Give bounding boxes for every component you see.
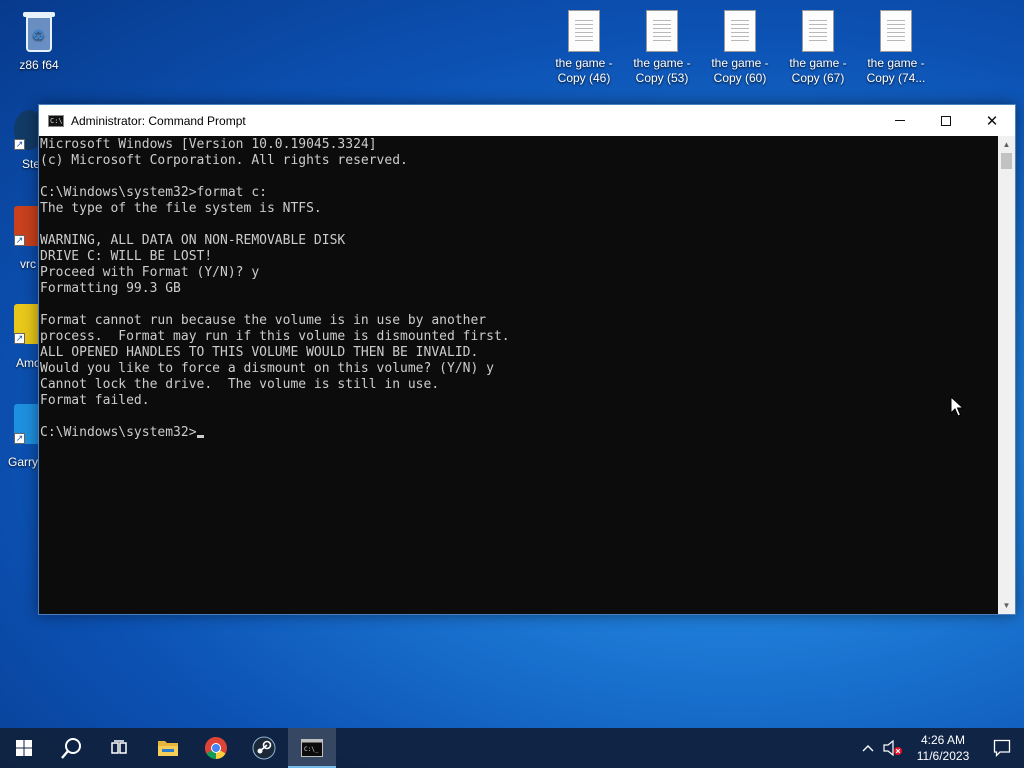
console-line: (c) Microsoft Corporation. All rights re… (40, 153, 408, 168)
document-icon (802, 10, 834, 52)
folder-icon (158, 741, 178, 756)
search-icon (61, 738, 81, 759)
file-label-line1: the game - (789, 56, 847, 70)
mouse-pointer-icon (950, 396, 964, 417)
cmd-icon: C:\ (48, 114, 64, 127)
chevron-up-icon (862, 745, 874, 752)
desktop-file-icon[interactable]: the game - Copy (60) (702, 10, 778, 86)
desktop-file-icon[interactable]: the game - Copy (74... (858, 10, 934, 86)
file-label-line2: Copy (53) (635, 71, 689, 85)
scroll-thumb[interactable] (1001, 153, 1012, 169)
text-cursor (196, 435, 204, 438)
console-line: process. Format may run if this volume i… (40, 329, 510, 344)
volume-button[interactable] (880, 728, 906, 768)
document-icon (646, 10, 678, 52)
file-label-line1: the game - (867, 56, 925, 70)
svg-text:C:\_: C:\_ (304, 746, 319, 753)
vertical-scrollbar[interactable]: ▲ ▼ (998, 136, 1015, 614)
clock-time: 4:26 AM (920, 733, 966, 747)
file-label-line1: the game - (633, 56, 691, 70)
close-icon: ✕ (985, 112, 999, 130)
chrome-icon (205, 737, 227, 759)
close-button[interactable]: ✕ (969, 105, 1015, 136)
vrc-shortcut-label: vrc (20, 257, 36, 271)
garrys-mod-shortcut-label: Garry' (8, 455, 41, 469)
console-line: Cannot lock the drive. The volume is sti… (40, 377, 440, 392)
system-tray: 4:26 AM 11/6/2023 (856, 728, 1024, 768)
file-label-line2: Copy (74... (866, 71, 926, 85)
minimize-icon (895, 120, 905, 121)
file-label-line2: Copy (46) (557, 71, 611, 85)
console-output[interactable]: Microsoft Windows [Version 10.0.19045.33… (39, 136, 998, 614)
document-icon (568, 10, 600, 52)
file-label-line1: the game - (555, 56, 613, 70)
file-label-line2: Copy (60) (713, 71, 767, 85)
cmd-icon: C:\_ (301, 739, 323, 757)
console-line: WARNING, ALL DATA ON NON-REMOVABLE DISK (40, 233, 346, 248)
console-prompt-line[interactable]: C:\Windows\system32> (40, 425, 998, 441)
search-button[interactable] (48, 728, 96, 768)
recycle-bin-icon: ♻ (21, 10, 57, 54)
document-icon (724, 10, 756, 52)
console-prompt: C:\Windows\system32> (40, 425, 197, 440)
console-line: C:\Windows\system32>format c: (40, 185, 267, 200)
file-label-line2: Copy (67) (791, 71, 845, 85)
action-center-button[interactable] (980, 728, 1024, 768)
desktop-file-icon[interactable]: the game - Copy (46) (546, 10, 622, 86)
command-prompt-taskbar-button[interactable]: C:\_ (288, 728, 336, 768)
clock[interactable]: 4:26 AM 11/6/2023 (906, 728, 980, 768)
file-explorer-button[interactable] (144, 728, 192, 768)
steam-button[interactable] (240, 728, 288, 768)
maximize-button[interactable] (923, 105, 969, 136)
console-line: ALL OPENED HANDLES TO THIS VOLUME WOULD … (40, 345, 479, 360)
desktop-file-icon[interactable]: the game - Copy (53) (624, 10, 700, 86)
start-button[interactable] (0, 728, 48, 768)
document-icon (880, 10, 912, 52)
console-line: The type of the file system is NTFS. (40, 201, 322, 216)
show-hidden-icons-button[interactable] (856, 728, 880, 768)
scroll-up-icon[interactable]: ▲ (998, 136, 1015, 153)
among-us-shortcut-label: Amo (16, 356, 41, 370)
console-line: Proceed with Format (Y/N)? y (40, 265, 260, 280)
desktop-file-icon[interactable]: the game - Copy (67) (780, 10, 856, 86)
scroll-down-icon[interactable]: ▼ (998, 597, 1015, 614)
console-line: Formatting 99.3 GB (40, 281, 181, 296)
taskbar: C:\_ 4:26 AM 11/6/2023 (0, 728, 1024, 768)
clock-date: 11/6/2023 (916, 749, 970, 763)
task-view-button[interactable] (96, 728, 144, 768)
minimize-button[interactable] (877, 105, 923, 136)
window-title: Administrator: Command Prompt (71, 113, 246, 128)
volume-muted-icon (883, 740, 902, 756)
console-line: Format cannot run because the volume is … (40, 313, 487, 328)
command-prompt-window[interactable]: C:\ Administrator: Command Prompt ✕ Micr… (38, 104, 1016, 615)
console-line: Format failed. (40, 393, 150, 408)
chrome-button[interactable] (192, 728, 240, 768)
console-line: DRIVE C: WILL BE LOST! (40, 249, 213, 264)
console-line: Microsoft Windows [Version 10.0.19045.33… (40, 137, 377, 152)
recycle-bin-label: z86 f64 (19, 58, 59, 72)
task-view-icon (111, 740, 127, 754)
notification-icon (993, 739, 1011, 757)
steam-icon (252, 736, 276, 760)
title-bar[interactable]: C:\ Administrator: Command Prompt ✕ (39, 105, 1015, 136)
console-line: Would you like to force a dismount on th… (40, 361, 494, 376)
maximize-icon (941, 115, 951, 126)
recycle-bin-shortcut[interactable]: ♻ z86 f64 (1, 10, 77, 73)
file-label-line1: the game - (711, 56, 769, 70)
windows-logo-icon (16, 740, 32, 756)
